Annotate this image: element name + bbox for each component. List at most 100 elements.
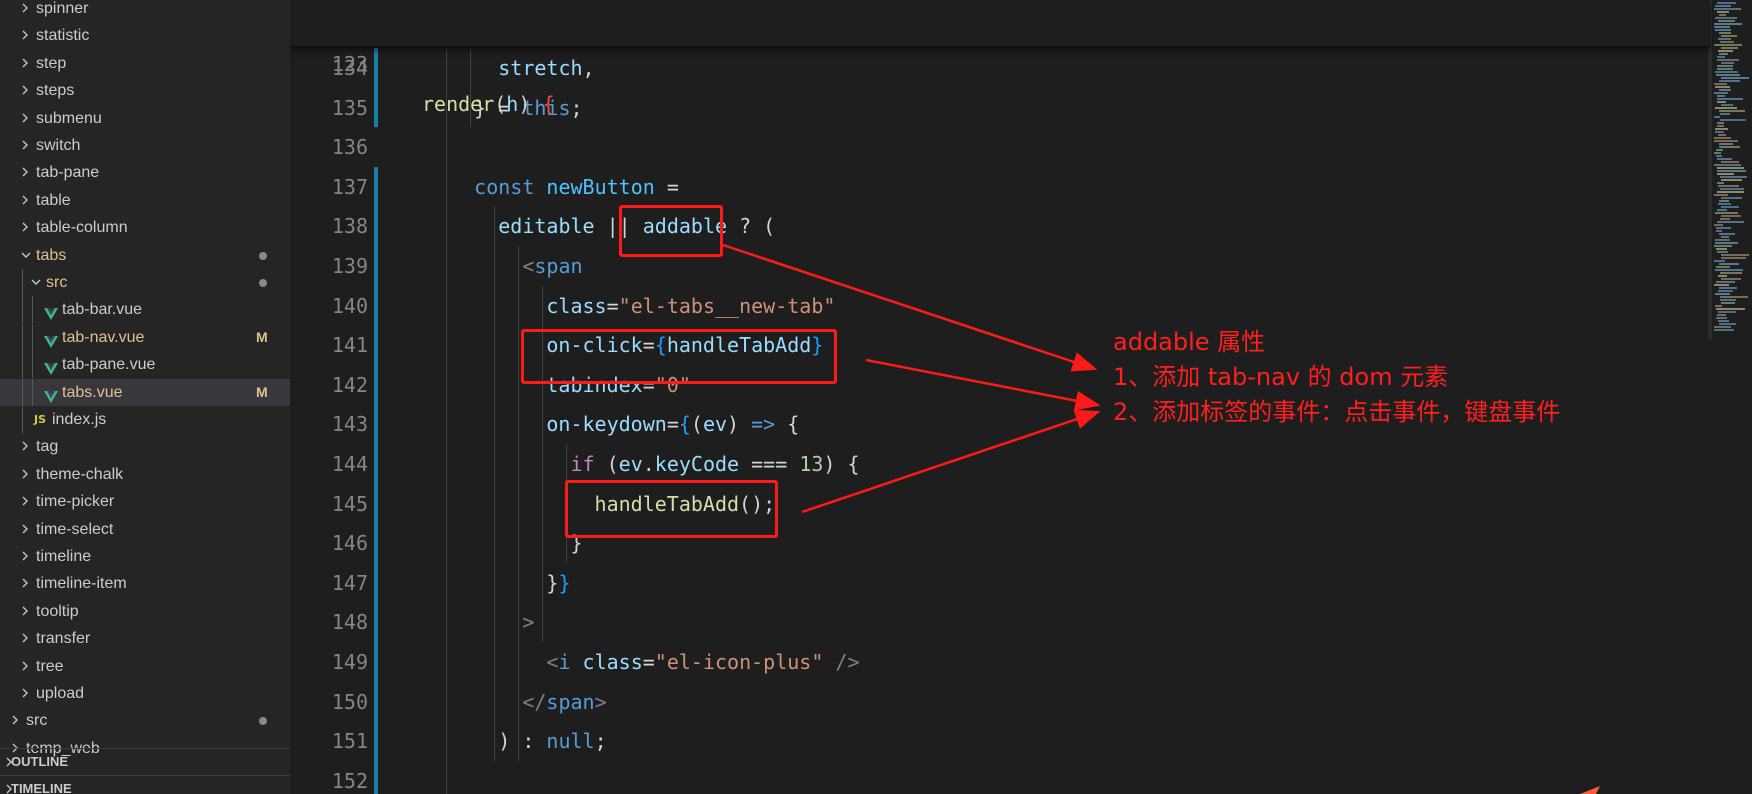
chevron-right-icon <box>20 625 34 652</box>
line-code: <i class="el-icon-plus" /> <box>546 642 859 682</box>
indent-guide <box>22 296 23 324</box>
outline-section-header[interactable]: OUTLINE <box>0 748 290 775</box>
code-token: editable <box>498 214 595 239</box>
line-number: 138 <box>331 214 368 239</box>
code-token: < <box>546 650 559 674</box>
code-token: if <box>570 452 595 476</box>
line-number: 140 <box>331 293 368 318</box>
tree-folder[interactable]: upload <box>0 680 290 707</box>
tree-folder[interactable]: src <box>0 707 290 734</box>
tree-folder[interactable]: theme-chalk <box>0 461 290 488</box>
minimap-line <box>1717 173 1734 175</box>
chevron-right-icon <box>20 461 34 488</box>
tree-folder[interactable]: timeline <box>0 543 290 570</box>
minimap-line <box>1714 83 1727 85</box>
minimap-line <box>1721 77 1749 79</box>
minimap-line <box>1717 191 1744 193</box>
tree-folder[interactable]: switch <box>0 132 290 159</box>
minimap-line <box>1719 32 1731 34</box>
indent-guide <box>22 406 23 433</box>
code-line: 145 handleTabAdd(); <box>290 484 1710 524</box>
chevron-right-icon <box>20 187 34 214</box>
tree-folder[interactable]: statistic <box>0 22 290 49</box>
chevron-right-icon <box>20 50 34 77</box>
minimap-line <box>1718 185 1739 187</box>
chevron-right-icon <box>10 707 24 734</box>
minimap-line <box>1716 266 1730 268</box>
timeline-section-header[interactable]: TIMELINE <box>0 775 290 794</box>
chevron-right-icon <box>20 433 34 460</box>
minimap-line <box>1719 53 1728 55</box>
code-token: = <box>642 650 655 674</box>
indent-guide <box>22 378 23 406</box>
tree-folder[interactable]: tab-pane <box>0 159 290 186</box>
minimap-line <box>1715 5 1731 7</box>
minimap-line <box>1717 170 1746 172</box>
tree-folder[interactable]: timeline-item <box>0 570 290 597</box>
tree-folder[interactable]: tag <box>0 433 290 460</box>
minimap-line <box>1715 29 1731 31</box>
tree-folder[interactable]: transfer <box>0 625 290 652</box>
code-token: ) { <box>823 452 860 476</box>
indent-guide <box>32 378 33 406</box>
tree-item-label: time-select <box>36 520 114 538</box>
tree-file[interactable]: JS index.js <box>0 406 290 433</box>
tree-folder[interactable]: tree <box>0 653 290 680</box>
code-token: ) <box>727 412 752 437</box>
code-line: 139 <span <box>290 246 1710 286</box>
code-token: class <box>546 293 607 318</box>
code-line: 136 <box>290 127 1710 167</box>
indent-guide <box>22 323 23 351</box>
tree-folder[interactable]: submenu <box>0 105 290 132</box>
minimap-line <box>1717 11 1729 13</box>
tree-file[interactable]: tab-pane.vue <box>0 351 290 379</box>
minimap-line <box>1714 26 1730 28</box>
tree-folder[interactable]: table <box>0 187 290 214</box>
sticky-scroll-header[interactable]: 123 render(h) { <box>290 0 1710 116</box>
minimap-line <box>1720 119 1746 121</box>
code-token: { <box>775 412 800 437</box>
tree-folder[interactable]: time-select <box>0 516 290 543</box>
minimap-line <box>1715 305 1722 307</box>
code-line: 123 render(h) { <box>290 4 1710 116</box>
highlight-box-handleTabAdd <box>565 480 778 538</box>
tree-file[interactable]: tabs.vue M <box>0 378 290 406</box>
minimap-line <box>1714 224 1723 226</box>
tree-folder[interactable]: tabs <box>0 242 290 269</box>
tree-folder[interactable]: steps <box>0 77 290 104</box>
code-token: h <box>506 92 519 116</box>
minimap-line <box>1715 239 1730 241</box>
tree-folder[interactable]: step <box>0 50 290 77</box>
timeline-label: TIMELINE <box>11 781 72 794</box>
tree-folder[interactable]: spinner <box>0 0 290 22</box>
chevron-right-icon <box>20 159 34 186</box>
tree-file[interactable]: tab-nav.vue M <box>0 323 290 351</box>
line-number: 123 <box>331 52 368 76</box>
tree-folder[interactable]: tooltip <box>0 598 290 625</box>
line-number: 137 <box>331 174 368 199</box>
tree-file[interactable]: tab-bar.vue <box>0 296 290 324</box>
code-token: : <box>510 729 547 754</box>
line-number: 145 <box>331 491 368 516</box>
minimap-line <box>1721 215 1741 217</box>
tree-item-label: step <box>36 54 67 72</box>
line-number: 146 <box>331 531 368 556</box>
code-token: span <box>546 689 595 714</box>
minimap-line <box>1717 122 1724 124</box>
tree-item-label: tab-nav.vue <box>62 328 145 346</box>
tree-folder[interactable]: table-column <box>0 214 290 241</box>
tree-item-label: switch <box>36 137 81 154</box>
code-line: 141 on-click={handleTabAdd} <box>290 325 1710 365</box>
minimap[interactable] <box>1712 0 1752 794</box>
chevron-right-icon <box>20 214 34 241</box>
tree-item-label: src <box>26 712 48 730</box>
minimap-line <box>1715 86 1730 88</box>
chevron-down-icon <box>30 269 44 296</box>
tree-folder[interactable]: time-picker <box>0 488 290 515</box>
minimap-line <box>1716 308 1745 310</box>
line-number: 151 <box>331 729 368 754</box>
tree-item-label: upload <box>36 685 85 702</box>
highlight-box-addable <box>619 205 723 257</box>
tree-folder[interactable]: src <box>0 269 290 296</box>
